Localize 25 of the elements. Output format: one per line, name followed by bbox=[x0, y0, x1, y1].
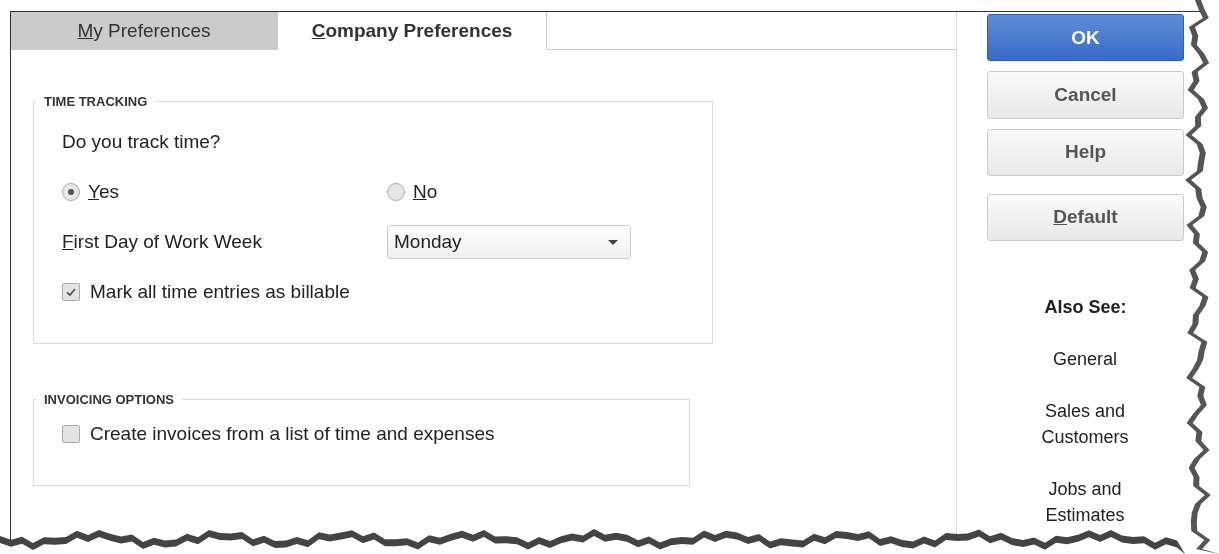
caret-icon bbox=[608, 239, 618, 245]
tab[interactable]: Company Preferences bbox=[277, 12, 547, 50]
link[interactable]: Jobs and Estimates bbox=[1025, 476, 1145, 528]
dialog-button[interactable]: Help bbox=[987, 128, 1184, 176]
checkbox[interactable] bbox=[62, 283, 80, 301]
dropdown[interactable]: Monday bbox=[387, 225, 631, 259]
link[interactable]: General bbox=[1025, 346, 1145, 372]
link[interactable]: Sales and Customers bbox=[1025, 398, 1145, 450]
radio-label: Yes bbox=[88, 181, 119, 203]
radio-button[interactable] bbox=[387, 183, 405, 201]
tab[interactable]: My Preferences bbox=[11, 12, 277, 50]
radio-label: No bbox=[413, 181, 438, 203]
dialog-button[interactable]: Default bbox=[987, 193, 1184, 241]
dialog-button[interactable]: Cancel bbox=[987, 71, 1184, 119]
radio-button[interactable] bbox=[62, 183, 80, 201]
ok-button[interactable]: OK bbox=[987, 14, 1184, 62]
checkbox-label: Mark all time entries as billable bbox=[90, 281, 350, 303]
field-label: First Day of Work Week bbox=[62, 231, 263, 253]
checkbox[interactable] bbox=[62, 425, 80, 443]
checkbox-label: Create invoices from a list of time and expenses bbox=[90, 423, 495, 445]
question-text: Do you track time? bbox=[62, 131, 221, 153]
check-icon bbox=[65, 286, 77, 298]
section-title: TIME TRACKING bbox=[43, 94, 149, 109]
also-see-heading: Also See: bbox=[1043, 297, 1128, 318]
section-title: INVOICING OPTIONS bbox=[43, 392, 175, 407]
